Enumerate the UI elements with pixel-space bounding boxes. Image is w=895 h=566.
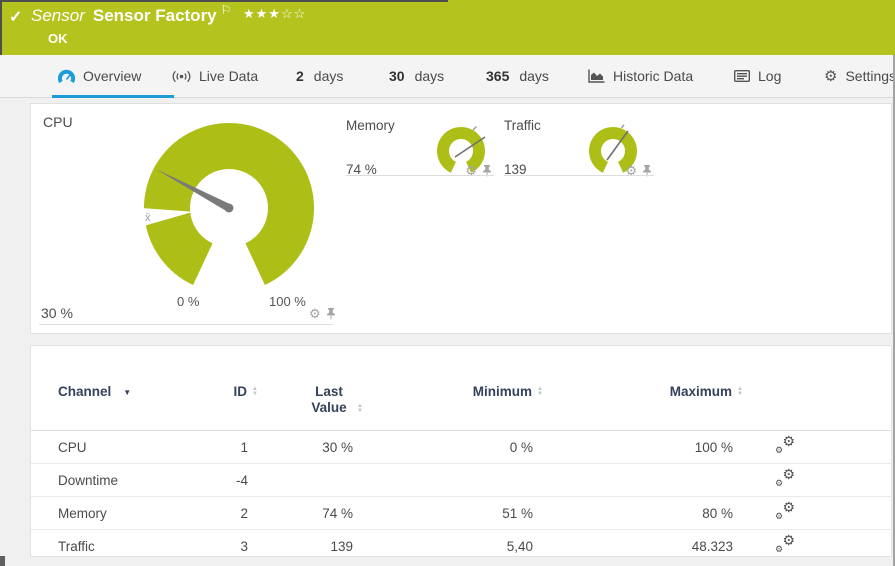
table-header-row: Channel ▼ ID ▲ ▼ Last Value ▲ ▼ Minimum ▲ ▼… (31, 384, 891, 416)
gauges-panel: CPU x̄ 0 % 100 % 30 % ⚙ Memory 74 % ⚙ Tr… (30, 103, 892, 334)
gauge-title: Traffic (504, 118, 541, 133)
column-header-channel[interactable]: Channel ▼ (58, 384, 198, 416)
status-ok-check-icon: ✓ (9, 9, 23, 26)
tab-live-data-label: Live Data (199, 68, 259, 84)
table-row[interactable]: Memory 2 74 % 51 % 80 % ⚙ ⚙ (31, 497, 891, 530)
tab-historic-data-label: Historic Data (613, 68, 694, 84)
sensor-name[interactable]: Sensor Factory (93, 6, 217, 25)
average-marker (472, 126, 477, 131)
gauge-scale-max: 100 % (269, 294, 306, 309)
tab-2-days-label: days (313, 68, 344, 84)
tab-30-days-label: days (414, 68, 445, 84)
traffic-gauge-card[interactable]: Traffic 139 ⚙ (504, 114, 654, 177)
column-header-last-value[interactable]: Last Value ▲ ▼ (258, 384, 363, 416)
tab-overview-label: Overview (83, 68, 142, 84)
cpu-gauge: x̄ (141, 123, 314, 286)
tab-365-days[interactable]: 365 days (486, 55, 549, 97)
status-badge: OK (48, 31, 68, 46)
object-kind-label: Sensor (31, 6, 85, 25)
table-row[interactable]: Downtime -4 ⚙ ⚙ (31, 464, 891, 497)
tab-2-days-number: 2 (296, 68, 304, 84)
window-edge-top (0, 0, 448, 2)
area-chart-icon (588, 69, 605, 83)
channel-maximum: 100 % (694, 439, 733, 455)
tab-2-days[interactable]: 2 days (296, 55, 343, 97)
channel-name[interactable]: CPU (58, 440, 198, 455)
sensor-header: ✓ Sensor Sensor Factory ⚐ ★★★☆☆ OK (0, 0, 895, 55)
gauge-icon (58, 69, 75, 83)
gauge-value: 30 % (41, 305, 73, 321)
channel-id: 1 (240, 439, 248, 455)
channel-settings-gears-icon[interactable]: ⚙ ⚙ (775, 434, 795, 455)
channel-maximum: 48.323 (691, 538, 733, 554)
stars-filled[interactable]: ★★★ (243, 6, 281, 21)
tab-365-days-label: days (519, 68, 549, 84)
channel-id: 2 (240, 505, 248, 521)
gauge-settings-gear-icon[interactable]: ⚙ (309, 307, 321, 320)
channel-id: -4 (235, 472, 248, 488)
channel-last-value: 30 % (322, 439, 353, 455)
table-body: CPU 1 30 % 0 % 100 % ⚙ ⚙ Downtime -4 ⚙ ⚙ M… (31, 430, 891, 556)
tab-30-days[interactable]: 30 days (389, 55, 444, 97)
channel-minimum: 5,40 (506, 538, 533, 554)
tab-overview[interactable]: Overview (58, 55, 141, 97)
divider (39, 324, 333, 325)
divider (504, 175, 654, 176)
tab-settings[interactable]: ⚙ Settings (824, 55, 895, 97)
gear-icon: ⚙ (824, 67, 838, 85)
tab-live-data[interactable]: Live Data (172, 55, 258, 97)
priority-stars[interactable]: ★★★☆☆ (243, 6, 306, 22)
tab-log[interactable]: Log (734, 55, 781, 97)
table-row[interactable]: CPU 1 30 % 0 % 100 % ⚙ ⚙ (31, 431, 891, 464)
tab-365-days-number: 365 (486, 68, 510, 84)
priority-flag-icon[interactable]: ⚐ (221, 3, 232, 17)
gauge-title: Memory (346, 118, 395, 133)
window-edge-corner (0, 556, 5, 566)
window-edge-left (0, 0, 2, 55)
cpu-gauge-card[interactable]: CPU x̄ 0 % 100 % 30 % ⚙ (31, 104, 351, 335)
active-tab-underline (52, 95, 174, 98)
tab-bar: Overview Live Data 2 days 30 days 365 da… (0, 55, 895, 98)
column-header-id[interactable]: ID ▲ ▼ (198, 384, 258, 416)
channel-name[interactable]: Downtime (58, 473, 198, 488)
tab-30-days-number: 30 (389, 68, 405, 84)
column-header-maximum[interactable]: Maximum ▲ ▼ (543, 384, 743, 416)
tab-log-label: Log (758, 68, 782, 84)
divider (346, 175, 494, 176)
tab-historic-data[interactable]: Historic Data (588, 55, 693, 97)
average-marker: x̄ (145, 212, 151, 224)
column-header-minimum[interactable]: Minimum ▲ ▼ (363, 384, 543, 416)
page-title: Sensor Sensor Factory ⚐ (31, 3, 232, 26)
table-row[interactable]: Traffic 3 139 5,40 48.323 ⚙ ⚙ (31, 530, 891, 556)
live-data-icon (172, 70, 191, 82)
channel-minimum: 0 % (509, 439, 533, 455)
tab-settings-label: Settings (845, 68, 895, 84)
channel-id: 3 (240, 538, 248, 554)
gauge-title: CPU (43, 114, 73, 130)
channel-settings-gears-icon[interactable]: ⚙ ⚙ (775, 533, 795, 554)
channel-settings-gears-icon[interactable]: ⚙ ⚙ (775, 500, 795, 521)
average-marker (620, 124, 625, 129)
channel-maximum: 80 % (702, 505, 733, 521)
channel-last-value: 139 (330, 538, 353, 554)
channels-table-panel: Channel ▼ ID ▲ ▼ Last Value ▲ ▼ Minimum ▲ ▼… (30, 345, 892, 557)
channel-minimum: 51 % (502, 505, 533, 521)
gauge-scale-min: 0 % (177, 294, 200, 309)
sort-active-icon: ▼ (123, 388, 132, 397)
channel-last-value: 74 % (322, 505, 353, 521)
pin-icon[interactable] (326, 307, 336, 320)
channel-name[interactable]: Traffic (58, 539, 198, 554)
channel-name[interactable]: Memory (58, 506, 198, 521)
log-list-icon (734, 70, 750, 82)
channel-settings-gears-icon[interactable]: ⚙ ⚙ (775, 467, 795, 488)
memory-gauge-card[interactable]: Memory 74 % ⚙ (346, 114, 494, 177)
stars-empty[interactable]: ☆☆ (281, 6, 306, 21)
